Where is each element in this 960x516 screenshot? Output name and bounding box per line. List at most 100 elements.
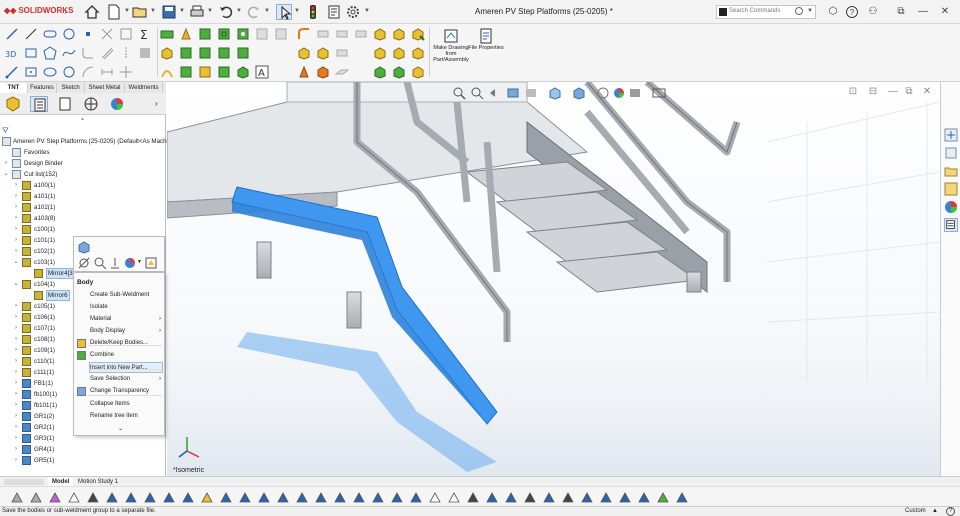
viewport-close-icon[interactable]: ✕: [920, 85, 934, 99]
split-icon[interactable]: [392, 46, 406, 60]
structural-member-icon[interactable]: [160, 27, 174, 41]
close-icon[interactable]: ✕: [938, 5, 952, 19]
spline-toolbar-icon[interactable]: [276, 490, 290, 504]
home-icon[interactable]: [84, 4, 100, 20]
collapse-chevron-icon[interactable]: ⌄: [12, 279, 20, 290]
redo-dropdown-icon[interactable]: ▼: [264, 8, 270, 14]
table-icon[interactable]: [618, 490, 632, 504]
expand-chevron-icon[interactable]: ›: [12, 191, 20, 202]
draft-icon[interactable]: [198, 65, 212, 79]
zoom-area-icon[interactable]: [470, 86, 484, 100]
expand-chevron-icon[interactable]: ›: [2, 158, 10, 169]
custom-properties-icon[interactable]: [944, 218, 958, 232]
viewport-minimize-icon[interactable]: —: [886, 85, 900, 99]
mirror-sketch-icon[interactable]: [119, 46, 133, 60]
zoom-to-fit-icon[interactable]: [452, 86, 466, 100]
menu-item-body-display[interactable]: Body Display ›: [90, 326, 164, 337]
extruded-boss-icon[interactable]: [160, 46, 174, 60]
equation-sigma-icon[interactable]: Σ: [138, 27, 152, 42]
menu-item-delete-keep-bodies[interactable]: Delete/Keep Bodies...: [90, 338, 164, 349]
line-icon[interactable]: [5, 27, 19, 41]
collapse-handle-icon[interactable]: ▲: [80, 116, 85, 122]
fillet-sketch-icon[interactable]: [81, 46, 95, 60]
arc-icon[interactable]: [81, 65, 95, 79]
text-toolbar-icon[interactable]: [428, 490, 442, 504]
expand-chevron-icon[interactable]: ›: [12, 301, 20, 312]
offset-icon[interactable]: [100, 46, 114, 60]
expand-chevron-icon[interactable]: ›: [12, 235, 20, 246]
shell-icon[interactable]: [217, 65, 231, 79]
redo-icon[interactable]: [246, 4, 262, 20]
restore-window-icon[interactable]: ⧉: [894, 5, 908, 19]
deform-icon[interactable]: [411, 65, 425, 79]
text-a-icon[interactable]: A: [255, 65, 269, 79]
shaded-sketch-icon[interactable]: [138, 46, 152, 60]
tab-scroll-control[interactable]: [4, 479, 44, 485]
previous-view-icon[interactable]: [488, 86, 502, 100]
expand-chevron-icon[interactable]: ›: [12, 180, 20, 191]
circle-icon[interactable]: [62, 27, 76, 41]
chamfer-icon[interactable]: [333, 490, 347, 504]
cone-icon[interactable]: [297, 65, 311, 79]
flange-grayed-icon[interactable]: [354, 27, 368, 41]
circle-tangent-icon[interactable]: [62, 65, 76, 79]
rectangle-icon[interactable]: [24, 46, 38, 60]
menu-item-save-selection[interactable]: Save Selection ›: [90, 374, 164, 385]
snapshot-icon[interactable]: [675, 490, 689, 504]
filter-icon[interactable]: ⛛: [2, 126, 9, 136]
file-properties-small-icon[interactable]: [326, 4, 342, 20]
rebuild-traffic-light-icon[interactable]: [305, 4, 321, 20]
section-view-icon[interactable]: [506, 86, 520, 100]
tab-features[interactable]: Features: [28, 83, 57, 93]
view-settings-icon[interactable]: [652, 86, 666, 100]
zoom-selection-icon[interactable]: [93, 256, 107, 270]
flex-icon[interactable]: [392, 65, 406, 79]
plane-grayed-icon[interactable]: [334, 65, 350, 79]
menu-item-combine[interactable]: Combine: [90, 350, 164, 361]
expand-chevron-icon[interactable]: ›: [12, 444, 20, 455]
menu-item-isolate[interactable]: Isolate: [90, 302, 164, 313]
options-gear-icon[interactable]: [345, 4, 361, 20]
combine-toolbar-icon[interactable]: [373, 46, 387, 60]
part-insert-icon[interactable]: [373, 27, 387, 41]
weld-symbol-icon[interactable]: [542, 490, 556, 504]
swept-boss-icon[interactable]: [198, 46, 212, 60]
boundary-boss-icon[interactable]: [236, 46, 250, 60]
open-icon[interactable]: [132, 4, 148, 20]
print-dropdown-icon[interactable]: ▼: [207, 8, 213, 14]
move-copy-bodies-icon[interactable]: [411, 46, 425, 60]
expand-chevron-icon[interactable]: ›: [12, 389, 20, 400]
mate-reference-icon[interactable]: [200, 490, 214, 504]
edit-appearance-icon[interactable]: [612, 86, 626, 100]
balloon-icon[interactable]: [466, 490, 480, 504]
zoom-to-selection-icon[interactable]: [77, 240, 91, 254]
new-dropdown-icon[interactable]: ▼: [124, 8, 130, 14]
dome-icon[interactable]: [390, 490, 404, 504]
search-commands-input[interactable]: Search Commands ▼: [716, 5, 816, 19]
tab-sheet-metal[interactable]: Sheet Metal: [85, 83, 125, 93]
menu-item-collapse-items[interactable]: Collapse Items: [90, 399, 164, 410]
spline-icon[interactable]: [62, 46, 76, 60]
collapse-chevron-icon[interactable]: ⌄: [12, 257, 20, 268]
solidworks-logo[interactable]: ◆◆ SOLIDWORKS: [4, 6, 73, 15]
units-dropdown-icon[interactable]: ▲: [932, 508, 938, 514]
expand-tabs-chevron-icon[interactable]: ›: [155, 99, 158, 108]
revision-icon[interactable]: [599, 490, 613, 504]
rib-icon[interactable]: [179, 65, 193, 79]
expand-chevron-icon[interactable]: ›: [12, 202, 20, 213]
file-properties-button[interactable]: File Properties: [463, 28, 509, 68]
ellipse-icon[interactable]: [43, 65, 57, 79]
reference-plane-icon[interactable]: [124, 490, 138, 504]
search-dropdown-icon[interactable]: ▼: [807, 8, 813, 14]
expand-chevron-icon[interactable]: ›: [12, 345, 20, 356]
isolate-body-icon[interactable]: [144, 256, 158, 270]
expand-chevron-icon[interactable]: ›: [12, 422, 20, 433]
dimension-icon[interactable]: [100, 65, 114, 79]
gusset-icon[interactable]: [217, 27, 231, 41]
text-grayed-icon[interactable]: [255, 27, 269, 41]
filter-faces-icon[interactable]: [48, 490, 62, 504]
collapse-chevron-icon[interactable]: ⌄: [2, 169, 10, 180]
sketch-toolbar-icon[interactable]: [219, 490, 233, 504]
search-icon[interactable]: [795, 7, 803, 15]
open-dropdown-icon[interactable]: ▼: [150, 8, 156, 14]
